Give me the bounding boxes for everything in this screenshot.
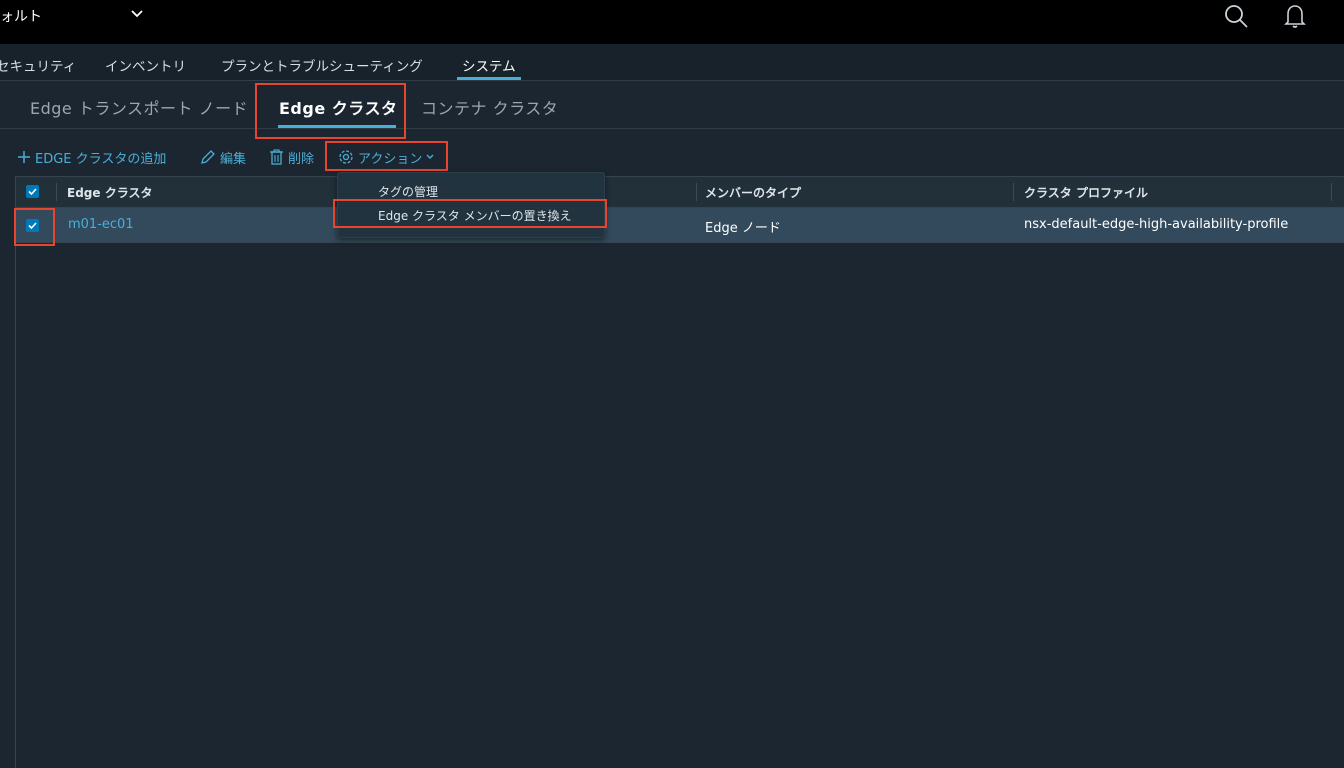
menu-item-manage-tags[interactable]: タグの管理 <box>378 183 438 200</box>
column-separator <box>56 183 57 201</box>
pencil-icon <box>201 150 215 164</box>
select-all-checkbox[interactable] <box>26 185 39 198</box>
actions-dropdown-menu: タグの管理 Edge クラスタ メンバーの置き換え <box>337 172 605 238</box>
chevron-down-icon <box>426 154 434 159</box>
column-header-cluster-profile[interactable]: クラスタ プロファイル <box>1024 184 1148 201</box>
grid-header: Edge クラスタ メンバーのタイプ クラスタ プロファイル <box>16 177 1344 208</box>
tab-container-clusters[interactable]: コンテナ クラスタ <box>421 95 558 119</box>
member-type-cell: Edge ノード <box>705 221 781 236</box>
tab-edge-transport-nodes[interactable]: Edge トランスポート ノード <box>30 95 248 119</box>
actions-label: アクション <box>358 151 423 167</box>
main-nav: セキュリティ インベントリ プランとトラブルシューティング システム <box>0 44 1344 81</box>
bell-icon[interactable] <box>1283 3 1307 29</box>
tab-edge-clusters[interactable]: Edge クラスタ <box>279 95 397 119</box>
cluster-name-link[interactable]: m01-ec01 <box>68 217 134 232</box>
plus-icon <box>18 151 30 163</box>
row-checkbox[interactable] <box>26 219 39 232</box>
gear-icon <box>339 150 353 164</box>
search-icon[interactable] <box>1224 4 1248 28</box>
actions-button[interactable]: アクション <box>338 148 439 167</box>
nav-item-system[interactable]: システム <box>462 55 516 75</box>
add-edge-cluster-label: EDGE クラスタの追加 <box>35 151 167 167</box>
table-row[interactable]: m01-ec01 Edge ノード nsx-default-edge-high-… <box>16 208 1344 243</box>
edge-cluster-grid: Edge クラスタ メンバーのタイプ クラスタ プロファイル m01-ec01 … <box>15 176 1344 768</box>
trash-icon <box>270 149 283 165</box>
nav-active-indicator <box>457 77 521 80</box>
sub-tabs: Edge トランスポート ノード Edge クラスタ コンテナ クラスタ <box>0 81 1344 129</box>
edit-button[interactable]: 編集 <box>200 148 247 167</box>
chevron-down-icon[interactable] <box>129 6 145 22</box>
column-separator[interactable] <box>1013 183 1014 201</box>
menu-item-replace-edge-cluster-member[interactable]: Edge クラスタ メンバーの置き換え <box>378 207 572 224</box>
column-header-edge-cluster[interactable]: Edge クラスタ <box>67 184 152 201</box>
nav-item-inventory[interactable]: インベントリ <box>105 55 186 75</box>
column-separator[interactable] <box>696 183 697 201</box>
cluster-profile-cell: nsx-default-edge-high-availability-profi… <box>1024 217 1289 232</box>
tab-active-indicator <box>278 125 396 128</box>
nav-item-plan-troubleshooting[interactable]: プランとトラブルシューティング <box>221 55 423 75</box>
delete-button[interactable]: 削除 <box>269 148 315 167</box>
edit-label: 編集 <box>220 151 247 167</box>
nav-item-security[interactable]: セキュリティ <box>0 55 76 75</box>
top-header: ォルト <box>0 0 1344 44</box>
app-title: ォルト <box>0 9 42 25</box>
column-header-member-type[interactable]: メンバーのタイプ <box>705 184 801 201</box>
column-separator[interactable] <box>1331 183 1332 201</box>
delete-label: 削除 <box>288 151 315 167</box>
add-edge-cluster-button[interactable]: EDGE クラスタの追加 <box>17 148 167 167</box>
